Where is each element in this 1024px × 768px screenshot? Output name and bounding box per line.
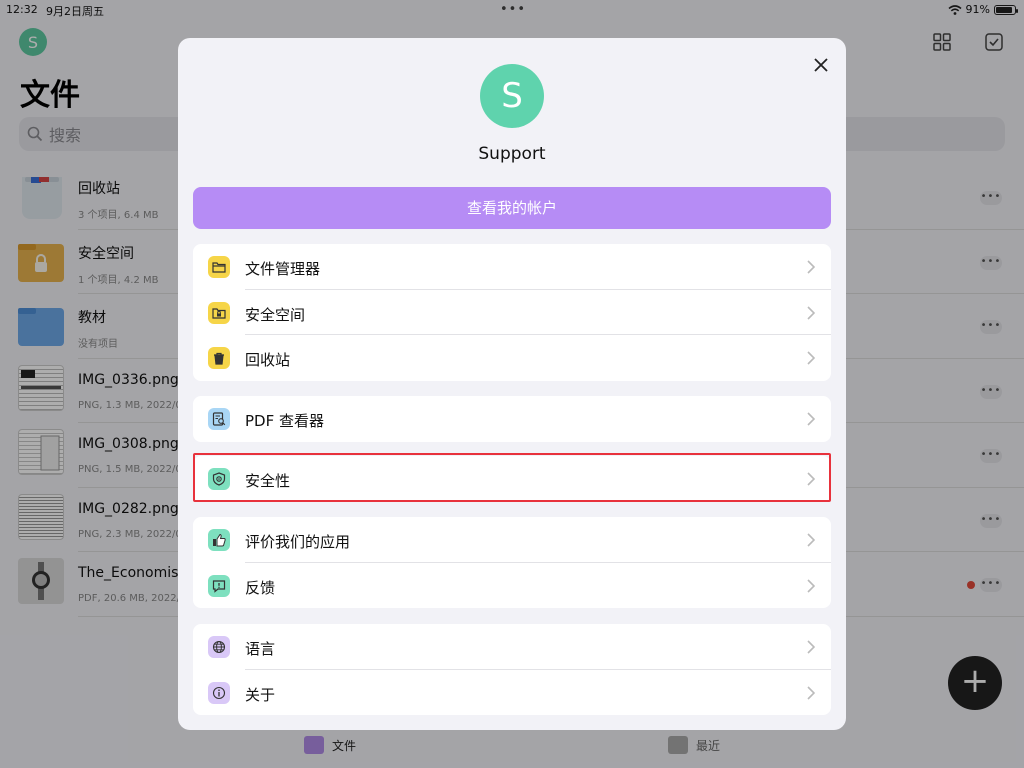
menu-item-file-manager[interactable]: 文件管理器 (193, 244, 831, 290)
lock-folder-icon (208, 301, 230, 324)
avatar: S (480, 64, 544, 128)
menu-item-label: 语言 (245, 640, 276, 658)
chevron-right-icon (807, 685, 815, 700)
chevron-right-icon (807, 351, 815, 365)
menu-group-files: 文件管理器 安全空间 回收站 (193, 244, 831, 381)
account-modal: S Support 查看我的帐户 文件管理器 安全空间 回收站 PDF 查看器 … (178, 38, 846, 730)
menu-item-about[interactable]: 关于 (193, 670, 831, 716)
info-icon (208, 681, 230, 704)
chevron-right-icon (807, 305, 815, 320)
close-icon[interactable] (812, 56, 830, 74)
chevron-right-icon (807, 412, 815, 426)
thumbs-up-icon (208, 529, 230, 551)
menu-item-label: 反馈 (245, 578, 276, 597)
chevron-right-icon (807, 578, 815, 593)
pdf-viewer-icon (208, 408, 230, 430)
chevron-right-icon (807, 533, 815, 547)
trash-icon (208, 347, 230, 369)
feedback-icon (208, 574, 230, 597)
menu-item-label: 关于 (245, 685, 276, 704)
view-account-button[interactable]: 查看我的帐户 (193, 187, 831, 229)
menu-item-label: 评价我们的应用 (245, 533, 351, 551)
menu-item-label: 文件管理器 (245, 260, 321, 278)
menu-group-general: 语言 关于 (193, 624, 831, 715)
menu-item-pdf-viewer[interactable]: PDF 查看器 (193, 396, 831, 442)
username: Support (478, 144, 546, 164)
folder-icon (208, 256, 230, 278)
menu-item-language[interactable]: 语言 (193, 624, 831, 670)
chevron-right-icon (807, 260, 815, 274)
menu-item-feedback[interactable]: 反馈 (193, 563, 831, 609)
highlight-box (193, 453, 831, 502)
chevron-right-icon (807, 640, 815, 654)
menu-item-secure-space[interactable]: 安全空间 (193, 290, 831, 335)
menu-group-feedback: 评价我们的应用 反馈 (193, 517, 831, 608)
menu-group-pdf: PDF 查看器 (193, 396, 831, 442)
globe-icon (208, 636, 230, 658)
menu-item-rate-app[interactable]: 评价我们的应用 (193, 517, 831, 563)
menu-item-label: PDF 查看器 (245, 412, 324, 430)
menu-item-trash[interactable]: 回收站 (193, 335, 831, 381)
menu-item-label: 回收站 (245, 351, 291, 369)
menu-item-label: 安全空间 (245, 305, 306, 324)
